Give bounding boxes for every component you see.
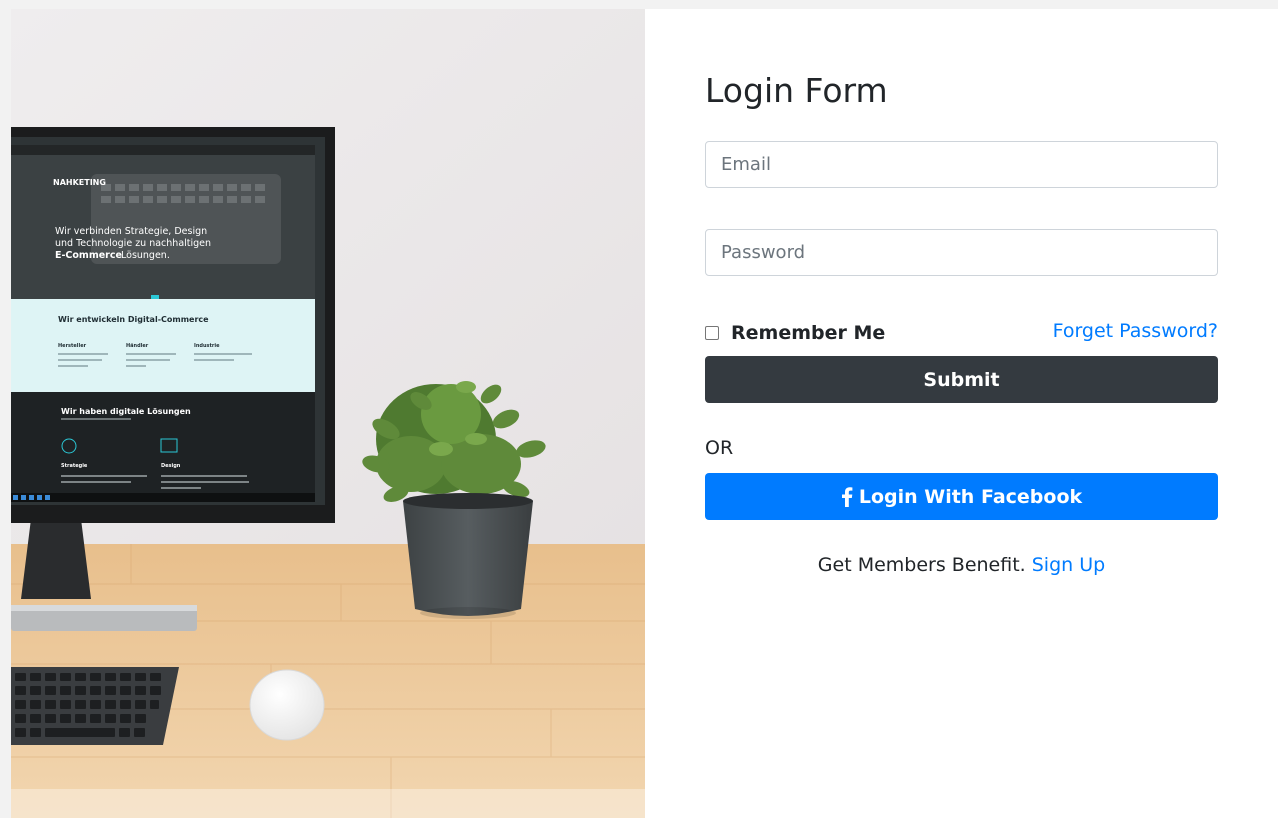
screen-section2-title: Wir haben digitale Lösungen — [61, 407, 191, 416]
screen-brand: NAHKETING — [53, 178, 106, 187]
screen-item1: Strategie — [61, 463, 88, 469]
screen-hero-line2: und Technologie zu nachhaltigen — [55, 238, 211, 249]
facebook-login-button[interactable]: Login With Facebook — [705, 473, 1218, 520]
screen-col1: Hersteller — [58, 343, 87, 349]
password-input[interactable] — [705, 229, 1218, 276]
remember-me-checkbox[interactable] — [705, 326, 719, 340]
members-benefit-text: Get Members Benefit. — [817, 554, 1026, 576]
submit-button-label: Submit — [923, 368, 1000, 391]
desk-illustration: NAHKETING Wir verbinden Strategie, Desig… — [11, 9, 645, 818]
remember-me-label: Remember Me — [731, 322, 886, 344]
or-separator: OR — [705, 437, 734, 459]
screen-hero-highlight: E-Commerce — [55, 250, 122, 261]
mouse — [249, 669, 325, 741]
login-form: Login Form Remember Me Forget Password? … — [705, 9, 1218, 818]
submit-button[interactable]: Submit — [705, 356, 1218, 403]
screen-hero-line1: Wir verbinden Strategie, Design — [55, 226, 207, 237]
screen-col2: Händler — [126, 343, 149, 349]
hero-photo: NAHKETING Wir verbinden Strategie, Desig… — [11, 9, 645, 818]
screen-col3: Industrie — [194, 343, 220, 349]
signup-line: Get Members Benefit. Sign Up — [705, 554, 1218, 576]
email-input[interactable] — [705, 141, 1218, 188]
screen-item2: Design — [161, 463, 181, 469]
forget-password-link[interactable]: Forget Password? — [1053, 320, 1218, 342]
form-title: Login Form — [705, 71, 888, 110]
facebook-icon — [841, 486, 853, 507]
plant-pot — [403, 501, 533, 616]
remember-me[interactable]: Remember Me — [705, 320, 885, 346]
login-card: NAHKETING Wir verbinden Strategie, Desig… — [11, 9, 1278, 818]
signup-link[interactable]: Sign Up — [1032, 554, 1105, 576]
screen-section1-title: Wir entwickeln Digital-Commerce — [58, 315, 209, 324]
screen-hero-line3: Lösungen. — [121, 250, 170, 261]
facebook-login-label: Login With Facebook — [858, 485, 1083, 508]
